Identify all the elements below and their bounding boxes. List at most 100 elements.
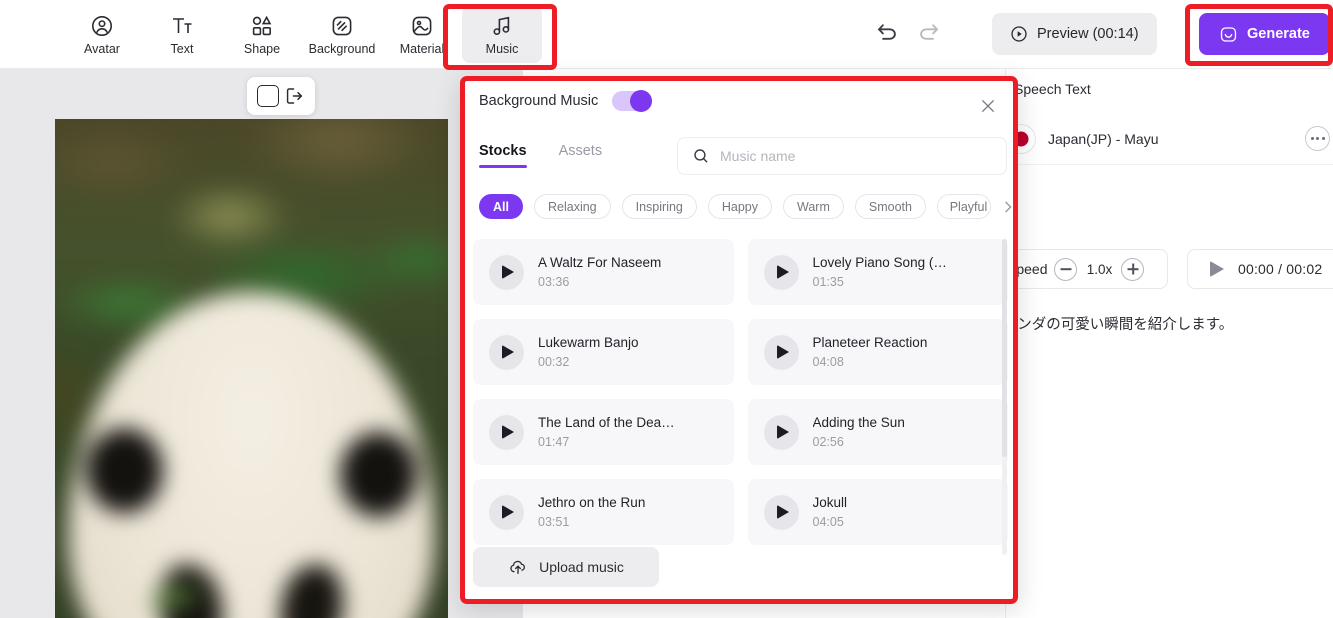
- music-track-card[interactable]: Planeteer Reaction 04:08: [747, 319, 1008, 385]
- tool-label: Text: [170, 41, 194, 56]
- tool-shape[interactable]: Shape: [222, 6, 302, 63]
- track-duration: 00:32: [538, 355, 570, 369]
- track-duration: 03:51: [538, 515, 570, 529]
- tab-assets[interactable]: Assets: [559, 143, 603, 168]
- dialog-tabs: Stocks Assets: [479, 143, 602, 168]
- minus-icon[interactable]: [1054, 257, 1078, 281]
- tool-material[interactable]: Material: [382, 6, 462, 63]
- track-duration: 04:05: [812, 515, 844, 529]
- chip-happy[interactable]: Happy: [707, 194, 773, 219]
- chip-inspiring[interactable]: Inspiring: [621, 194, 697, 219]
- music-track-card[interactable]: The Land of the Dea… 01:47: [473, 399, 734, 465]
- generate-icon: [1219, 25, 1238, 44]
- music-track-card[interactable]: A Waltz For Naseem 03:36: [473, 239, 734, 305]
- track-duration: 04:08: [812, 355, 844, 369]
- speech-text-heading: Speech Text: [1014, 81, 1091, 97]
- track-name: Jokull: [812, 495, 848, 510]
- track-name: Planeteer Reaction: [812, 335, 928, 350]
- tool-avatar[interactable]: Avatar: [62, 6, 142, 63]
- panda-image: [55, 119, 448, 618]
- upload-music-button[interactable]: Upload music: [473, 547, 659, 587]
- plus-icon[interactable]: [1121, 257, 1145, 281]
- play-icon[interactable]: [763, 334, 799, 370]
- tool-label: Shape: [243, 41, 281, 56]
- track-name: Lovely Piano Song (…: [812, 255, 947, 270]
- undo-redo-group: [874, 20, 942, 46]
- tool-text[interactable]: Text: [142, 6, 222, 63]
- music-track-card[interactable]: Jethro on the Run 03:51: [473, 479, 734, 545]
- generate-label: Generate: [1247, 26, 1310, 42]
- track-duration: 01:47: [538, 435, 570, 449]
- background-icon: [330, 14, 354, 38]
- top-toolbar: Avatar Text Shape Background Material Mu…: [0, 0, 1333, 69]
- dialog-title: Background Music: [479, 93, 599, 109]
- tool-label: Avatar: [84, 41, 120, 56]
- audio-player: 00:00 / 00:02: [1187, 249, 1333, 289]
- right-panel: Speech Text Japan(JP) - Mayu Speed 1.0x …: [996, 69, 1333, 618]
- music-track-card[interactable]: Jokull 04:05: [747, 479, 1008, 545]
- undo-icon[interactable]: [874, 20, 900, 46]
- chip-all[interactable]: All: [479, 194, 523, 219]
- play-icon[interactable]: [489, 254, 524, 290]
- play-icon[interactable]: [489, 334, 524, 370]
- play-icon[interactable]: [489, 414, 524, 450]
- close-icon[interactable]: [979, 97, 997, 115]
- dialog-header: Background Music: [479, 90, 653, 112]
- play-icon[interactable]: [1210, 261, 1224, 277]
- play-icon[interactable]: [763, 254, 799, 290]
- video-preview[interactable]: [55, 119, 448, 618]
- music-icon: [490, 14, 514, 38]
- music-track-list: A Waltz For Naseem 03:36 Lovely Piano So…: [473, 239, 1008, 555]
- voice-selector-row[interactable]: Japan(JP) - Mayu: [1000, 113, 1333, 165]
- cloud-upload-icon: [508, 557, 528, 577]
- preview-label: Preview (00:14): [1037, 26, 1139, 42]
- tool-background[interactable]: Background: [302, 6, 382, 63]
- play-icon[interactable]: [489, 494, 524, 530]
- tab-stocks[interactable]: Stocks: [479, 143, 527, 168]
- music-track-card[interactable]: Lovely Piano Song (… 01:35: [747, 239, 1008, 305]
- music-search-box[interactable]: [677, 137, 1007, 175]
- video-stage[interactable]: [0, 69, 523, 618]
- speech-text-card[interactable]: パンダの可愛い瞬間を紹介します。: [996, 301, 1333, 521]
- track-duration: 01:35: [812, 275, 844, 289]
- tool-label: Background: [308, 41, 376, 56]
- play-icon[interactable]: [763, 494, 799, 530]
- material-icon: [410, 14, 434, 38]
- background-music-toggle[interactable]: [612, 90, 653, 112]
- speech-text-value: パンダの可愛い瞬間を紹介します。: [1002, 317, 1234, 333]
- speed-control: Speed 1.0x: [996, 249, 1168, 289]
- shape-icon: [250, 14, 274, 38]
- music-track-card[interactable]: Adding the Sun 02:56: [747, 399, 1008, 465]
- search-icon: [692, 147, 710, 165]
- player-time: 00:00 / 00:02: [1238, 261, 1323, 277]
- tool-label: Material: [399, 41, 445, 56]
- chip-warm[interactable]: Warm: [783, 194, 844, 219]
- category-chips: All Relaxing Inspiring Happy Warm Smooth…: [479, 194, 1013, 219]
- track-name: A Waltz For Naseem: [538, 255, 662, 270]
- square-icon[interactable]: [257, 85, 279, 107]
- track-name: The Land of the Dea…: [538, 415, 675, 430]
- music-track-card[interactable]: Lukewarm Banjo 00:32: [473, 319, 734, 385]
- chip-smooth[interactable]: Smooth: [854, 194, 926, 219]
- redo-icon[interactable]: [916, 20, 942, 46]
- app-root: Avatar Text Shape Background Material Mu…: [0, 0, 1333, 618]
- track-name: Lukewarm Banjo: [538, 335, 639, 350]
- upload-music-label: Upload music: [539, 559, 624, 575]
- chip-playful[interactable]: Playful: [936, 194, 991, 219]
- export-frame-icon[interactable]: [283, 85, 305, 107]
- search-input[interactable]: [720, 148, 992, 164]
- play-icon[interactable]: [763, 414, 799, 450]
- chevron-right-icon[interactable]: [1000, 199, 1013, 215]
- avatar-icon: [90, 14, 114, 38]
- music-list-scrollbar[interactable]: [1002, 239, 1007, 555]
- play-circle-icon: [1010, 25, 1028, 43]
- scrollbar-thumb[interactable]: [1002, 239, 1007, 457]
- more-options-icon[interactable]: [1305, 126, 1330, 151]
- text-icon: [170, 14, 194, 38]
- track-name: Jethro on the Run: [538, 495, 646, 510]
- generate-button[interactable]: Generate: [1199, 13, 1330, 55]
- background-music-dialog: Background Music Stocks Assets All Relax…: [465, 81, 1013, 599]
- preview-button[interactable]: Preview (00:14): [992, 13, 1157, 55]
- chip-relaxing[interactable]: Relaxing: [533, 194, 611, 219]
- tool-music[interactable]: Music: [462, 6, 542, 63]
